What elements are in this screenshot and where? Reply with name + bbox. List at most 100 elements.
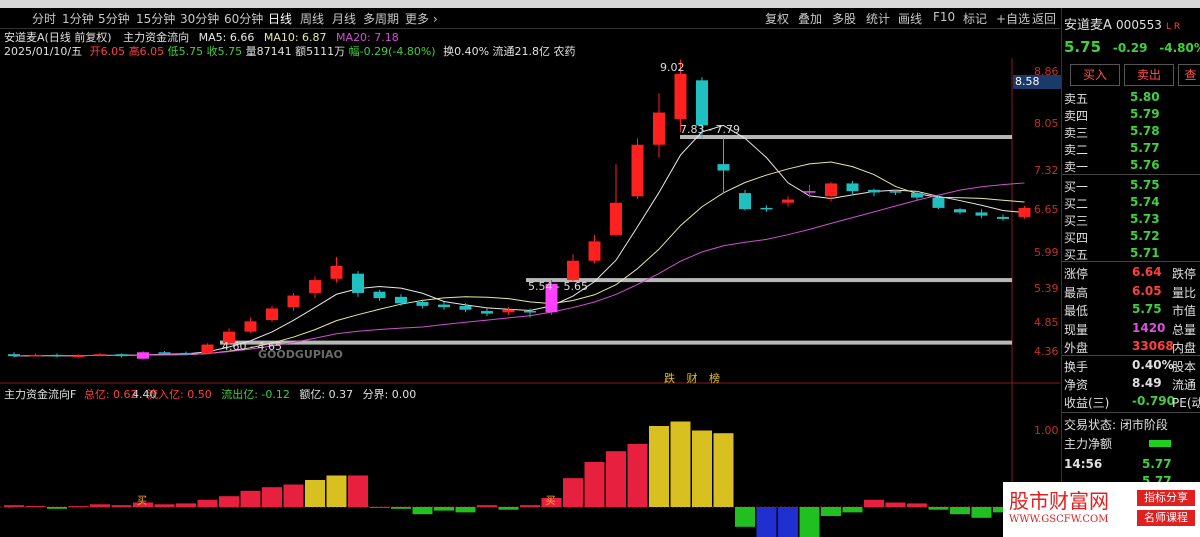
stat-label-secondary: 跌停	[1172, 267, 1197, 281]
support-resistance-zone	[220, 340, 1012, 345]
sub-inflow: 流入亿: 0.50	[147, 388, 212, 401]
peak-label: 9.02	[660, 61, 685, 74]
fund-flow-bar	[606, 451, 626, 507]
query-button[interactable]: 查	[1178, 64, 1200, 86]
tab-5min[interactable]: 5分钟	[98, 10, 130, 27]
orderbook-level-price: 5.75	[1130, 178, 1160, 192]
btn-add-favorite[interactable]: +自选	[996, 10, 1030, 27]
tab-60min[interactable]: 60分钟	[224, 10, 263, 27]
tab-30min[interactable]: 30分钟	[180, 10, 219, 27]
stat-label: 净资	[1064, 378, 1089, 392]
candle-body	[287, 295, 300, 308]
candle-body	[588, 241, 601, 261]
stat-label-secondary: PE(动	[1172, 396, 1200, 410]
candle-body	[51, 354, 63, 357]
fund-flow-bar	[778, 507, 798, 537]
btn-stats[interactable]: 统计	[866, 10, 890, 27]
stat-value: 5.75	[1132, 302, 1162, 316]
candle-body	[29, 354, 42, 357]
candle-body	[674, 73, 687, 119]
buy-button[interactable]: 买入	[1070, 64, 1120, 86]
candle-body	[94, 354, 106, 356]
tab-weekly[interactable]: 周线	[300, 10, 324, 27]
tick-time: 14:56	[1064, 457, 1103, 471]
fund-flow-bar	[950, 507, 970, 515]
btn-back[interactable]: 返回	[1032, 10, 1056, 27]
tick-price: 5.77	[1142, 457, 1172, 471]
sub-total: 总亿: 0.62	[83, 388, 138, 401]
orderbook-level-label: 卖二	[1064, 143, 1089, 157]
watermark-goodgupiao: GOODGUPIAO	[258, 348, 343, 361]
candle-body	[266, 308, 278, 321]
candle-body	[244, 321, 257, 332]
tab-more[interactable]: 更多 ›	[405, 10, 438, 27]
sell-button[interactable]: 卖出	[1124, 64, 1174, 86]
watermark-title: 股市财富网	[1009, 489, 1109, 513]
btn-adjust[interactable]: 复权	[765, 10, 789, 27]
badge-indicator-share[interactable]: 指标分享	[1137, 490, 1195, 506]
candle-body	[115, 354, 128, 357]
tab-monthly[interactable]: 月线	[332, 10, 356, 27]
fund-flow-bar	[799, 507, 820, 537]
orderbook-level-price: 5.71	[1130, 246, 1160, 260]
candle-body	[932, 197, 945, 208]
btn-multi-stock[interactable]: 多股	[832, 10, 856, 27]
fund-flow-bar	[4, 505, 24, 507]
candle-body	[438, 304, 450, 308]
stat-value: -0.790	[1132, 394, 1175, 408]
orderbook-divider	[1062, 174, 1200, 175]
candle-body	[481, 311, 493, 314]
support-resistance-zone	[526, 278, 1012, 283]
fund-flow-bar	[928, 507, 949, 510]
candle-body	[954, 209, 966, 213]
candle-body	[137, 352, 149, 359]
candle-body	[395, 296, 407, 304]
stock-tags: L R	[1166, 22, 1181, 32]
candle-body	[330, 265, 343, 279]
btn-f10[interactable]: F10	[933, 10, 955, 24]
btn-mark[interactable]: 标记	[963, 10, 987, 27]
fund-flow-bar	[434, 507, 454, 511]
watermark-url: WWW.GSCFW.COM	[1009, 514, 1109, 525]
tab-multi-period[interactable]: 多周期	[363, 10, 399, 27]
tab-15min[interactable]: 15分钟	[136, 10, 175, 27]
candle-body	[889, 191, 902, 193]
fund-flow-bar	[47, 507, 67, 509]
y-tick-2: 8.05	[1034, 117, 1059, 130]
btn-overlay[interactable]: 叠加	[798, 10, 822, 27]
news-tag[interactable]: 跌 财 榜	[664, 370, 724, 386]
orderbook-level-price: 5.72	[1130, 229, 1160, 243]
stat-label: 最低	[1064, 304, 1089, 318]
chart-area[interactable]: 安道麦A(日线 前复权) 主力资金流向 MA5: 6.66 MA10: 6.87…	[0, 28, 1061, 537]
candle-body	[803, 191, 816, 193]
fund-flow-bar	[971, 507, 992, 518]
candle-body	[825, 183, 837, 197]
candle-body	[911, 193, 923, 198]
badge-teacher-course[interactable]: 名师课程	[1137, 510, 1195, 526]
ma5-line	[13, 124, 1025, 357]
sub-divider: 分界: 0.00	[362, 388, 417, 401]
candle-body	[631, 144, 644, 197]
fund-flow-bar	[240, 490, 261, 507]
stat-value: 8.49	[1132, 376, 1162, 390]
fund-flow-bar	[219, 496, 239, 507]
tab-fenshi[interactable]: 分时	[32, 10, 56, 27]
tab-daily[interactable]: 日线	[268, 10, 292, 27]
candle-body	[373, 291, 386, 299]
orderbook-level-label: 卖五	[1064, 92, 1089, 106]
orderbook-level-label: 买四	[1064, 231, 1089, 245]
stock-name-line: 安道麦A 000553 L R	[1064, 14, 1180, 33]
btn-draw[interactable]: 画线	[898, 10, 922, 27]
candle-body	[352, 273, 364, 293]
fund-flow-bar	[907, 503, 927, 507]
fund-flow-bar	[563, 478, 583, 507]
tab-1min[interactable]: 1分钟	[62, 10, 94, 27]
candle-body	[610, 202, 622, 235]
y-tick-7: 4.85	[1034, 316, 1059, 329]
zone-label-1: 7.83 - 7.79	[680, 123, 740, 136]
fund-flow-bar	[455, 507, 476, 513]
stat-value: 0.40%	[1132, 358, 1174, 372]
ma20-line	[13, 182, 1025, 357]
stat-label: 外盘	[1064, 341, 1089, 355]
stat-label-secondary: 流通	[1172, 378, 1197, 392]
